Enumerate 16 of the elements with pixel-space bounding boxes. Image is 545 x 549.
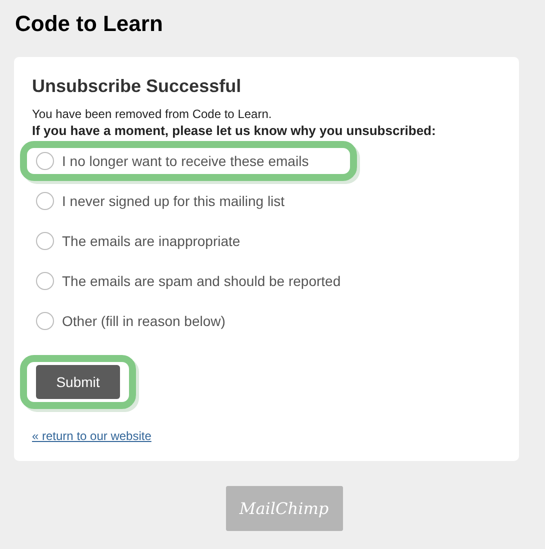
radio-button[interactable]: [36, 152, 54, 170]
radio-button[interactable]: [36, 272, 54, 290]
submit-button[interactable]: Submit: [36, 365, 120, 399]
message-text: You have been removed from Code to Learn.: [32, 107, 272, 122]
radio-option[interactable]: The emails are spam and should be reported: [36, 271, 341, 291]
radio-button[interactable]: [36, 312, 54, 330]
card-heading: Unsubscribe Successful: [32, 75, 242, 97]
return-link[interactable]: « return to our website: [32, 429, 152, 443]
radio-button[interactable]: [36, 192, 54, 210]
radio-option[interactable]: The emails are inappropriate: [36, 231, 240, 251]
radio-option[interactable]: I never signed up for this mailing list: [36, 191, 285, 211]
radio-option[interactable]: Other (fill in reason below): [36, 311, 226, 331]
page-title: Code to Learn: [15, 10, 164, 38]
question-text: If you have a moment, please let us know why you unsubscribed:: [32, 123, 436, 139]
radio-button[interactable]: [36, 232, 54, 250]
radio-option[interactable]: I no longer want to receive these emails: [36, 151, 309, 171]
